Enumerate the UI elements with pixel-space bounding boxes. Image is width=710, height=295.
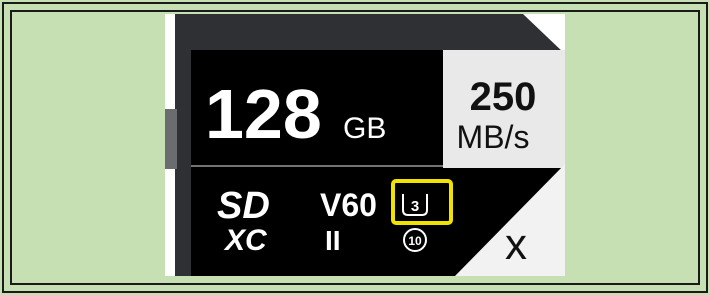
capacity-number: 128 (205, 75, 322, 153)
sd-card-photo: 128 GB 250 MB/s SD XC V60 II 3 10 x (165, 14, 565, 276)
speed-class: 10 (408, 234, 422, 248)
speed-unit: MB/s (457, 119, 530, 155)
bus-class: II (325, 225, 341, 256)
sd-logo: SD (217, 185, 270, 227)
capacity-unit: GB (343, 112, 386, 145)
uhs-speed-class: 3 (411, 198, 419, 215)
speed-number: 250 (470, 75, 537, 119)
partial-brand-text: x (505, 220, 527, 269)
card-edge-grip (165, 109, 177, 169)
sdxc-logo: XC (223, 224, 268, 257)
video-class: V60 (320, 187, 377, 223)
